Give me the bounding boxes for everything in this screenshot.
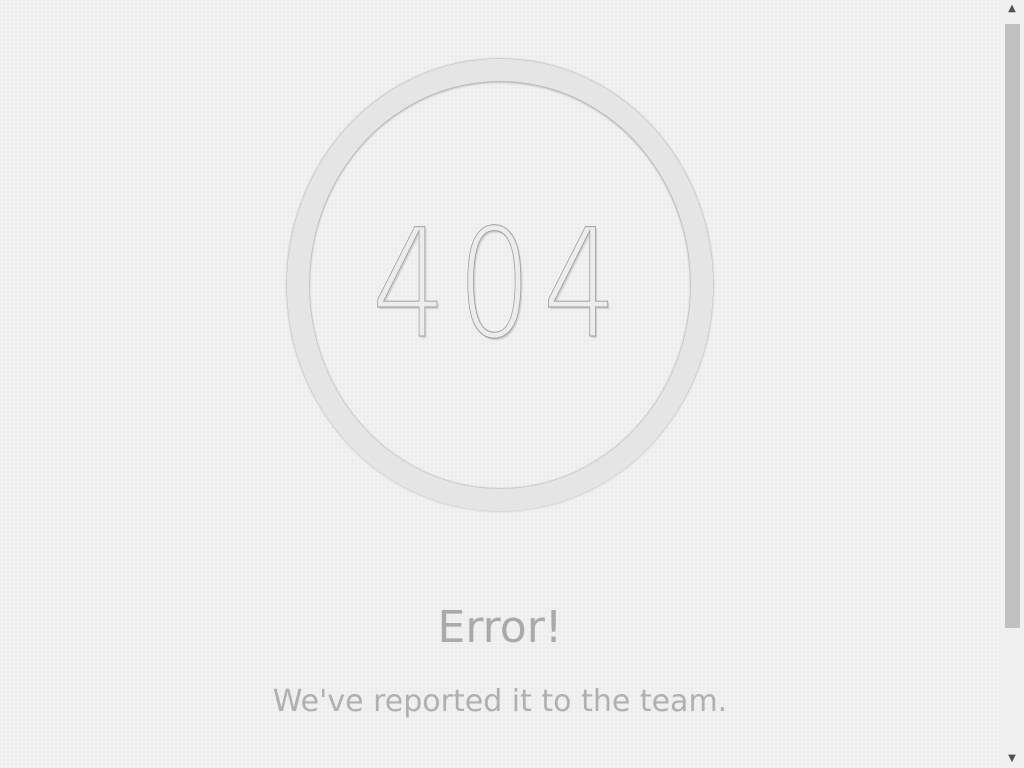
- scroll-up-arrow-icon[interactable]: ▲: [1000, 0, 1024, 18]
- error-page: 404 Error! We've reported it to the team…: [0, 0, 1000, 768]
- scrollbar-thumb[interactable]: [1005, 24, 1020, 628]
- scroll-down-arrow-icon[interactable]: ▼: [1000, 750, 1024, 768]
- error-title: Error!: [437, 602, 563, 653]
- error-message: We've reported it to the team.: [272, 684, 728, 719]
- error-code: 404: [371, 198, 629, 372]
- vertical-scrollbar[interactable]: ▲ ▼: [1000, 0, 1024, 768]
